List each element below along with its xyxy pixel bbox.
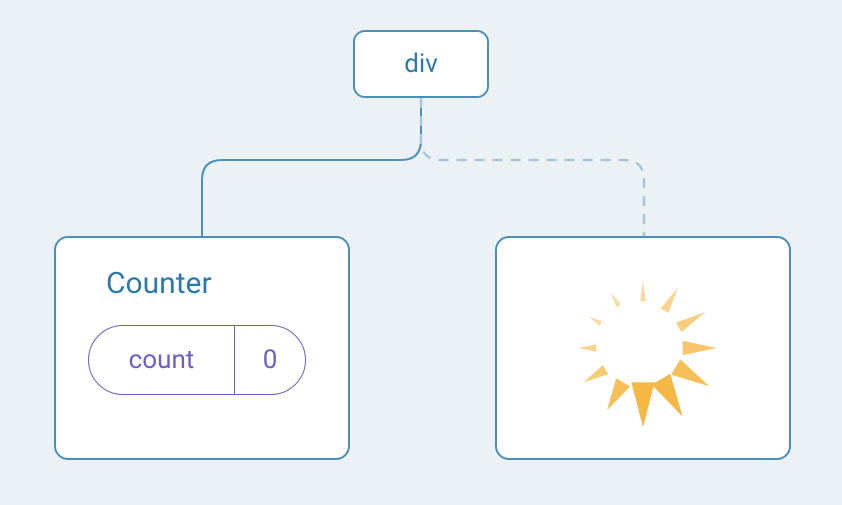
- loading-spinner-icon: [553, 258, 733, 438]
- count-pill-label: count: [89, 326, 235, 394]
- counter-title: Counter: [106, 266, 316, 301]
- root-node-label: div: [404, 49, 438, 79]
- count-pill-value: 0: [235, 326, 305, 394]
- root-node-div: div: [353, 30, 489, 98]
- count-pill: count 0: [88, 325, 306, 395]
- loading-card: [495, 236, 791, 460]
- counter-card: Counter count 0: [54, 236, 350, 460]
